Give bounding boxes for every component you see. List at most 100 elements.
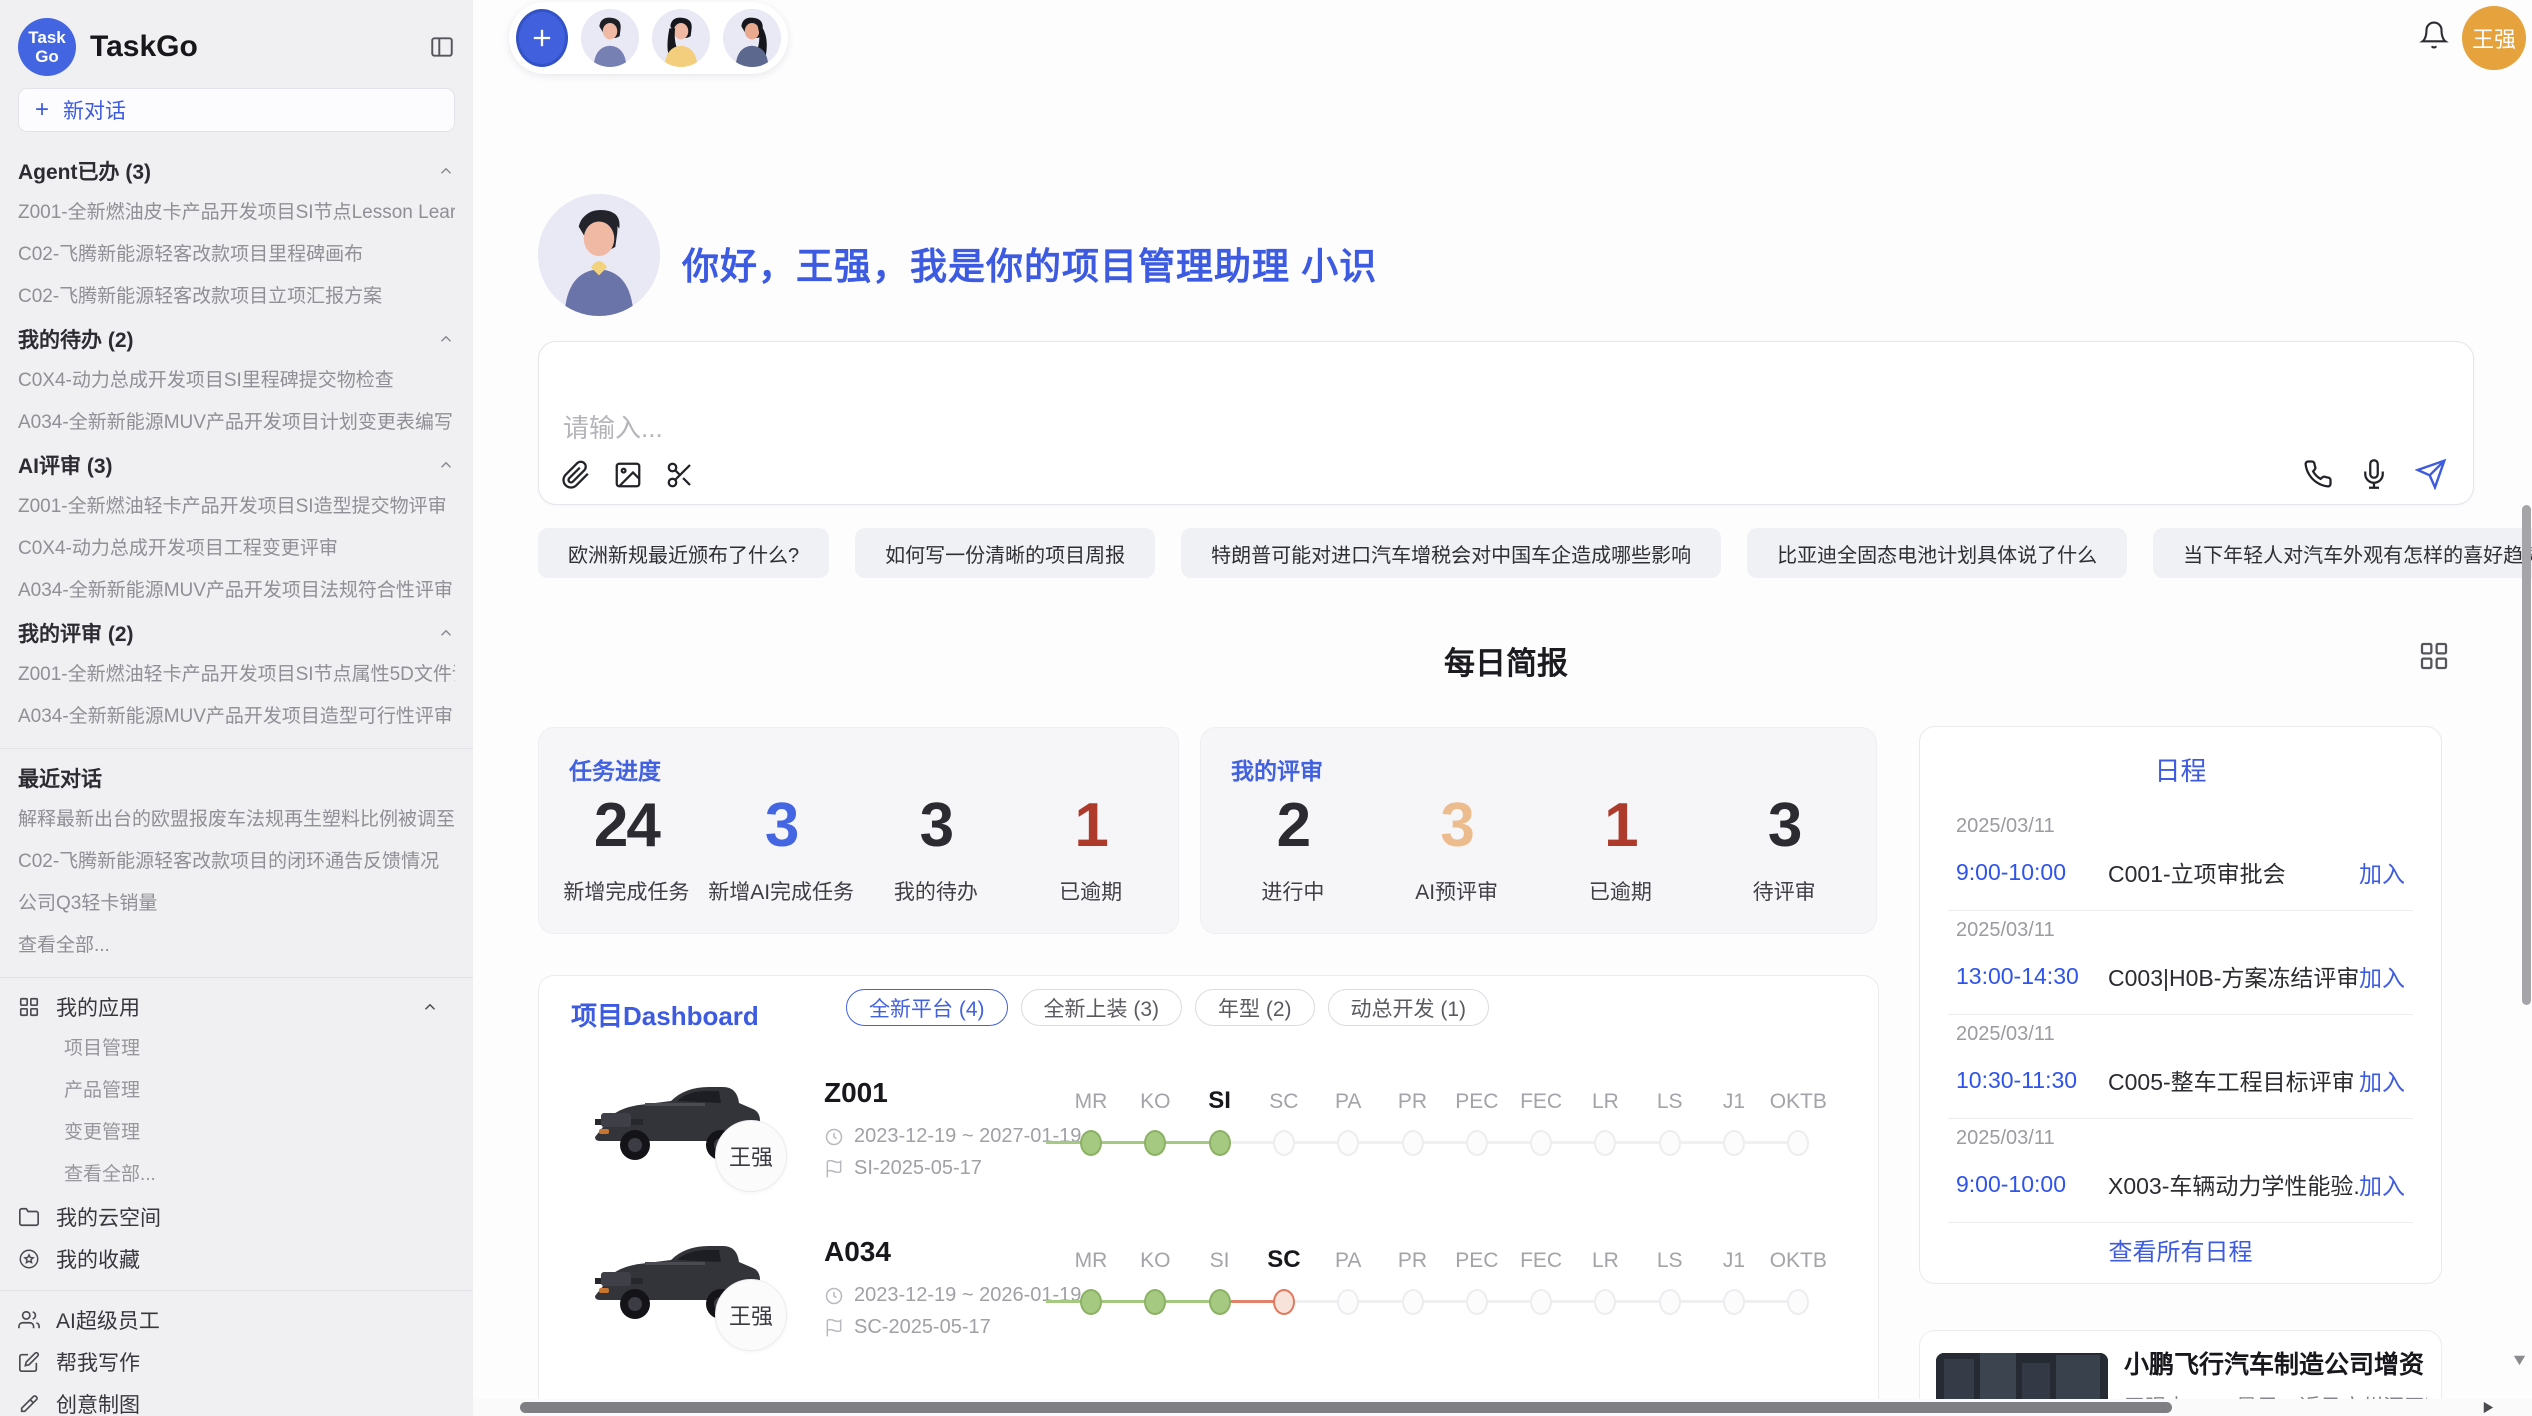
- join-meeting-link[interactable]: 加入: [2359, 855, 2405, 889]
- project-flag: SC-2025-05-17: [824, 1316, 991, 1339]
- agent-avatar-3[interactable]: [723, 9, 781, 67]
- assistant-greeting: 你好，王强，我是你的项目管理助理 小识: [682, 236, 1377, 290]
- view-all-schedule-link[interactable]: 查看所有日程: [1920, 1232, 2441, 1267]
- project-row-A034: 王强A0342023-12-19 ~ 2026-01-19SC-2025-05-…: [539, 1222, 1878, 1380]
- apps-title: 我的应用: [56, 992, 140, 1022]
- app-sub-item[interactable]: 变更管理: [18, 1112, 455, 1154]
- notifications-bell-icon[interactable]: [2419, 20, 2449, 50]
- flag-icon: [824, 1159, 844, 1179]
- suggestion-chip-5[interactable]: 当下年轻人对汽车外观有怎样的喜好趋势: [2153, 528, 2532, 578]
- composer-placeholder: 请输入...: [563, 408, 663, 445]
- milestone-dot-FEC: [1530, 1289, 1552, 1315]
- sidebar-item[interactable]: A034-全新新能源MUV产品开发项目造型可行性评审: [18, 696, 455, 738]
- join-meeting-link[interactable]: 加入: [2359, 1063, 2405, 1097]
- sidebar-item-my-apps[interactable]: 我的应用: [18, 986, 455, 1028]
- schedule-row: 10:30-11:30C005-整车工程目标评审加入: [1956, 1063, 2405, 1097]
- recent-conversation-item[interactable]: C02-飞腾新能源轻客改款项目的闭环通告反馈情况: [18, 841, 455, 883]
- join-meeting-link[interactable]: 加入: [2359, 1167, 2405, 1201]
- collapse-sidebar-icon[interactable]: [429, 34, 455, 60]
- filter-pill-1[interactable]: 全新平台 (4): [846, 989, 1008, 1026]
- recent-conversation-item[interactable]: 查看全部...: [18, 925, 455, 967]
- sidebar-item-cloud-space[interactable]: 我的云空间: [18, 1196, 455, 1238]
- app-sub-item[interactable]: 产品管理: [18, 1070, 455, 1112]
- sidebar-section-header[interactable]: AI评审 (3): [18, 444, 455, 486]
- milestone-dot-OKTB: [1787, 1130, 1809, 1156]
- sidebar-section-header[interactable]: Agent已办 (3): [18, 150, 455, 192]
- project-dates: 2023-12-19 ~ 2027-01-19: [824, 1125, 1081, 1148]
- sidebar-item[interactable]: Z001-全新燃油轻卡产品开发项目SI造型提交物评审: [18, 486, 455, 528]
- milestone-label-FEC: FEC: [1509, 1090, 1573, 1114]
- stat-value: 3: [704, 790, 859, 862]
- milestone-label-SI: SI: [1188, 1249, 1252, 1273]
- milestone-label-SC: SC: [1252, 1246, 1316, 1274]
- milestone-label-MR: MR: [1059, 1090, 1123, 1114]
- recent-conversation-item[interactable]: 解释最新出台的欧盟报废车法规再生塑料比例被调至15%...: [18, 799, 455, 841]
- milestone-label-FEC: FEC: [1509, 1249, 1573, 1273]
- sidebar-item[interactable]: A034-全新新能源MUV产品开发项目计划变更表编写: [18, 402, 455, 444]
- section-title: 我的评审 (2): [18, 618, 437, 648]
- stat-进行中: 2进行中: [1211, 790, 1375, 906]
- suggestion-chip-3[interactable]: 特朗普可能对进口汽车增税会对中国车企造成哪些影响: [1181, 528, 1721, 578]
- milestone-dot-LS: [1659, 1289, 1681, 1315]
- schedule-item-4: 2025/03/119:00-10:00X003-车辆动力学性能验...加入: [1948, 1119, 2413, 1223]
- sidebar-item-favorites[interactable]: 我的收藏: [18, 1238, 455, 1280]
- horizontal-scrollbar-thumb[interactable]: [520, 1402, 2172, 1413]
- briefing-grid-icon[interactable]: [2418, 640, 2450, 672]
- filter-pill-3[interactable]: 年型 (2): [1195, 989, 1315, 1026]
- stat-row: 24新增完成任务3新增AI完成任务3我的待办1已逾期: [549, 790, 1168, 906]
- join-meeting-link[interactable]: 加入: [2359, 959, 2405, 993]
- plus-icon: +: [35, 96, 49, 124]
- suggestion-chip-2[interactable]: 如何写一份清晰的项目周报: [855, 528, 1155, 578]
- chat-composer[interactable]: 请输入...: [538, 341, 2474, 505]
- chevron-up-icon: [437, 330, 455, 348]
- sidebar-item[interactable]: C0X4-动力总成开发项目工程变更评审: [18, 528, 455, 570]
- sidebar-tool-3[interactable]: 创意制图: [18, 1383, 455, 1416]
- attachment-icon[interactable]: [561, 460, 591, 490]
- schedule-row: 9:00-10:00X003-车辆动力学性能验...加入: [1956, 1167, 2405, 1201]
- stat-label: 新增AI完成任务: [704, 876, 859, 906]
- new-chat-button[interactable]: + 新对话: [18, 88, 455, 132]
- voice-call-icon[interactable]: [2303, 459, 2333, 489]
- sidebar-tool-2[interactable]: 帮我写作: [18, 1341, 455, 1383]
- sidebar-item[interactable]: A034-全新新能源MUV产品开发项目法规符合性评审: [18, 570, 455, 612]
- schedule-event-title: C003|H0B-方案冻结评审: [2108, 959, 2359, 993]
- sidebar-item[interactable]: C0X4-动力总成开发项目SI里程碑提交物检查: [18, 360, 455, 402]
- sidebar-item[interactable]: Z001-全新燃油轻卡产品开发项目SI节点属性5D文件评审: [18, 654, 455, 696]
- vertical-scrollbar-thumb[interactable]: [2522, 505, 2531, 1005]
- agent-avatar-1[interactable]: [581, 9, 639, 67]
- project-code[interactable]: A034: [824, 1236, 891, 1268]
- stat-label: AI预评审: [1375, 876, 1539, 906]
- sidebar-item[interactable]: C02-飞腾新能源轻客改款项目立项汇报方案: [18, 276, 455, 318]
- scroll-right-arrow-icon[interactable]: [2480, 1400, 2495, 1415]
- screenshot-scissors-icon[interactable]: [665, 460, 695, 490]
- recent-conversation-item[interactable]: 公司Q3轻卡销量: [18, 883, 455, 925]
- agent-avatar-2[interactable]: [652, 9, 710, 67]
- suggestion-chip-4[interactable]: 比亚迪全固态电池计划具体说了什么: [1747, 528, 2127, 578]
- suggestion-chip-1[interactable]: 欧洲新规最近颁布了什么?: [538, 528, 829, 578]
- app-sub-item[interactable]: 查看全部...: [18, 1154, 455, 1196]
- send-icon[interactable]: [2415, 458, 2447, 490]
- schedule-date: 2025/03/11: [1956, 919, 2055, 942]
- image-upload-icon[interactable]: [613, 460, 643, 490]
- project-code[interactable]: Z001: [824, 1077, 888, 1109]
- add-agent-button[interactable]: [516, 9, 568, 67]
- milestone-label-J1: J1: [1702, 1249, 1766, 1273]
- sidebar-item[interactable]: Z001-全新燃油皮卡产品开发项目SI节点Lesson Learn报告: [18, 192, 455, 234]
- sidebar-section-header[interactable]: 我的评审 (2): [18, 612, 455, 654]
- sidebar-tool-1[interactable]: AI超级员工: [18, 1299, 455, 1341]
- agent-avatar-bar: [509, 2, 788, 74]
- stat-row: 2进行中3AI预评审1已逾期3待评审: [1211, 790, 1866, 906]
- microphone-icon[interactable]: [2359, 459, 2389, 489]
- app-sub-item[interactable]: 项目管理: [18, 1028, 455, 1070]
- star-icon: [18, 1248, 40, 1270]
- schedule-item-1: 2025/03/119:00-10:00C001-立项审批会加入: [1948, 791, 2413, 911]
- filter-pill-2[interactable]: 全新上装 (3): [1021, 989, 1183, 1026]
- scroll-down-arrow-icon[interactable]: [2512, 1352, 2527, 1367]
- milestone-label-SC: SC: [1252, 1090, 1316, 1114]
- milestone-dot-PA: [1337, 1289, 1359, 1315]
- filter-pill-4[interactable]: 动总开发 (1): [1328, 989, 1490, 1026]
- sidebar-item[interactable]: C02-飞腾新能源轻客改款项目里程碑画布: [18, 234, 455, 276]
- schedule-time: 9:00-10:00: [1956, 1171, 2108, 1198]
- sidebar-section-header[interactable]: 我的待办 (2): [18, 318, 455, 360]
- user-avatar[interactable]: 王强: [2462, 6, 2526, 70]
